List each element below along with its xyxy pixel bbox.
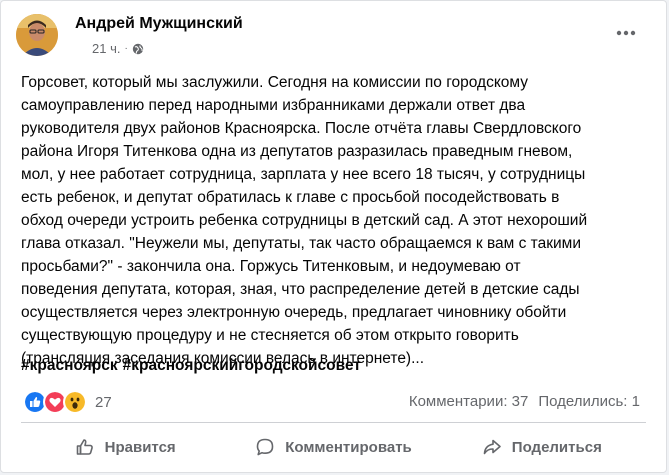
post-card: Андрей Мужщинский 21 ч. · Горсовет, кото… (0, 0, 667, 473)
comments-count-link[interactable]: Комментарии: 37 (409, 393, 529, 410)
shares-count-link[interactable]: Поделились: 1 (538, 393, 640, 410)
divider (21, 422, 646, 423)
like-button[interactable]: Нравится (21, 429, 229, 465)
reaction-count: 27 (95, 393, 112, 411)
post-line: есть ребенок, и депутат обратилась к гла… (21, 189, 560, 206)
post-line: обход очереди устроить ребенка сотрудниц… (21, 212, 588, 229)
comment-button[interactable]: Комментировать (229, 429, 437, 465)
hashtags: #красноярск #красноярскийгородскойсовет (21, 357, 361, 375)
post-line: самоуправлению перед народными избранник… (21, 97, 526, 114)
post-line: руководителя двух районов Красноярска. П… (21, 120, 582, 137)
comment-label: Комментировать (285, 438, 412, 456)
hashtag-link[interactable]: #красноярск (21, 357, 118, 375)
share-icon (483, 439, 501, 455)
engagement-stats: Комментарии: 37 Поделились: 1 (409, 393, 640, 410)
avatar[interactable] (16, 14, 58, 56)
post-line: глава отказал. "Неужели мы, депутаты, та… (21, 235, 581, 252)
action-bar: Нравится Комментировать Поделиться (21, 429, 646, 465)
thumbs-up-icon (76, 439, 93, 455)
share-label: Поделиться (511, 438, 602, 456)
wow-icon (63, 390, 87, 414)
post-line: поведения депутата, которая, зная, что р… (21, 281, 580, 298)
like-label: Нравится (104, 438, 176, 456)
post-line: осуществляется через электронную очередь… (21, 304, 567, 321)
post-line: существующую процедуру и не стесняется о… (21, 327, 519, 344)
post-meta: 21 ч. · (92, 41, 144, 56)
comment-icon (256, 438, 274, 456)
author-name[interactable]: Андрей Мужщинский (75, 15, 243, 33)
post-line: мол, у нее работает сотрудница, зарплата… (21, 166, 586, 183)
hashtag-link[interactable]: #красноярскийгородскойсовет (123, 357, 361, 375)
post-line: района Игоря Титенкова одна из депутатов… (21, 143, 573, 160)
post-time[interactable]: 21 ч. (92, 41, 120, 56)
meta-separator: · (124, 43, 128, 54)
post-text: Горсовет, который мы заслужили. Сегодня … (21, 71, 653, 370)
post-line: просьбами?" - закончила она. Горжусь Тит… (21, 258, 521, 275)
more-options-icon[interactable] (611, 25, 641, 41)
globe-icon (132, 43, 144, 54)
reactions-summary[interactable]: 27 (23, 390, 112, 414)
post-line: Горсовет, который мы заслужили. Сегодня … (21, 74, 529, 91)
share-button[interactable]: Поделиться (438, 429, 646, 465)
